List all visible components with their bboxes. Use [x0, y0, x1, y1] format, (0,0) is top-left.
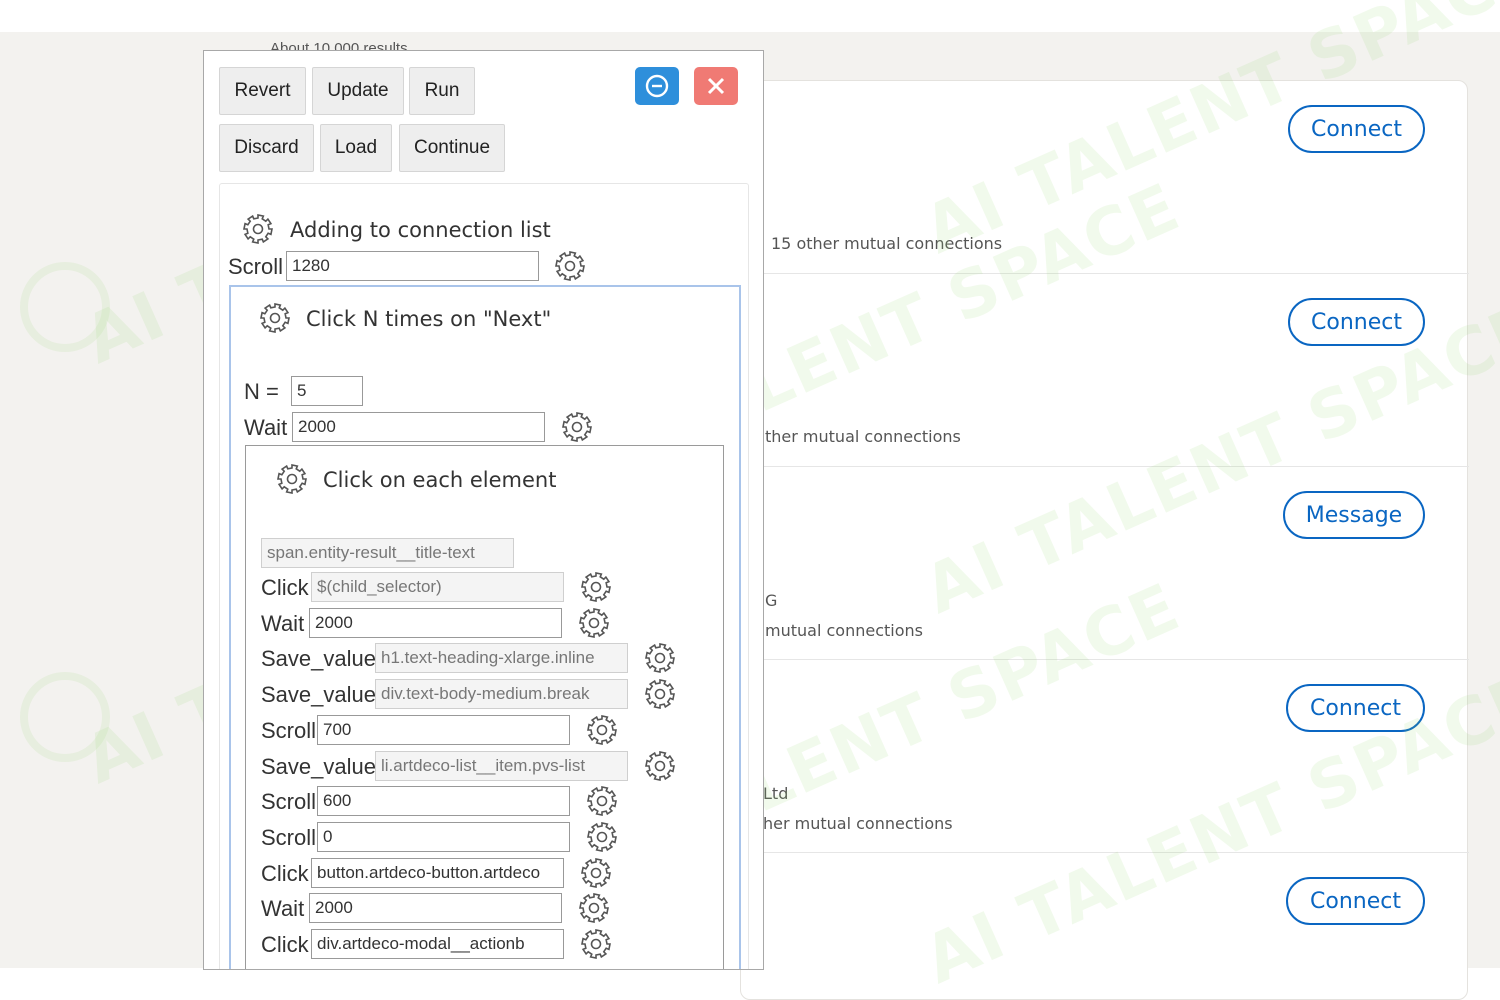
action-value-input[interactable]: 600 [317, 786, 570, 816]
gear-icon[interactable] [644, 750, 676, 782]
action-value-input[interactable]: 2000 [309, 893, 562, 923]
gear-icon[interactable] [586, 714, 618, 746]
gear-icon[interactable] [242, 213, 274, 245]
mutual-connections-text: mutual connections [765, 621, 923, 640]
step-title: Adding to connection list [290, 218, 551, 242]
step-title: Click N times on "Next" [306, 307, 552, 331]
result-item: Connect [741, 853, 1469, 1000]
close-icon [707, 77, 725, 95]
mutual-connections-text: ther mutual connections [765, 427, 961, 446]
action-value-input[interactable]: 0 [317, 822, 570, 852]
action-value-input[interactable]: div.artdeco-modal__actionb [311, 929, 564, 959]
action-label: Wait [261, 611, 305, 636]
gear-icon[interactable] [578, 607, 610, 639]
n-label: N = [244, 379, 279, 404]
scroll-label: Scroll [228, 254, 284, 279]
headline-text: Ltd [763, 784, 789, 803]
gear-icon[interactable] [554, 250, 586, 282]
action-label: Save_value [261, 754, 376, 779]
n-input[interactable]: 5 [291, 376, 363, 406]
action-label: Wait [261, 896, 305, 921]
results-count-text: About 10,000 results [270, 40, 408, 50]
step-title: Click on each element [323, 468, 557, 492]
gear-icon[interactable] [586, 821, 618, 853]
gear-icon[interactable] [259, 302, 291, 334]
action-value-input[interactable]: 700 [317, 715, 570, 745]
automation-panel: Revert Update Run Discard Load Continue … [203, 50, 764, 970]
gear-icon[interactable] [586, 785, 618, 817]
watermark-logo-icon [20, 672, 110, 762]
mutual-connections-text: her mutual connections [763, 814, 953, 833]
screen: About 10,000 results 15 other mutual con… [0, 0, 1500, 1000]
load-button[interactable]: Load [320, 124, 392, 172]
gear-icon[interactable] [561, 411, 593, 443]
result-item: 15 other mutual connections Connect [741, 81, 1469, 274]
discard-button[interactable]: Discard [219, 124, 314, 172]
revert-button[interactable]: Revert [219, 67, 306, 115]
action-label: Save_value [261, 646, 376, 671]
gear-icon[interactable] [276, 463, 308, 495]
connect-button[interactable]: Connect [1288, 298, 1425, 346]
gear-icon[interactable] [580, 928, 612, 960]
gear-icon[interactable] [580, 571, 612, 603]
action-label: Scroll [261, 825, 317, 850]
gear-icon[interactable] [578, 892, 610, 924]
continue-button[interactable]: Continue [399, 124, 505, 172]
action-label: Click [261, 575, 309, 600]
mutual-connections-text: 15 other mutual connections [771, 234, 1003, 253]
scroll-input[interactable]: 1280 [286, 251, 539, 281]
result-item: G mutual connections Message [741, 467, 1469, 660]
connect-button[interactable]: Connect [1288, 105, 1425, 153]
action-value-input[interactable]: button.artdeco-button.artdeco [311, 858, 564, 888]
action-value-input[interactable]: h1.text-heading-xlarge.inline [375, 643, 628, 673]
child-selector-input[interactable]: span.entity-result__title-text [261, 538, 514, 568]
result-item: ther mutual connections Connect [741, 274, 1469, 467]
close-button[interactable] [694, 67, 738, 105]
gear-icon[interactable] [580, 857, 612, 889]
search-results-panel: 15 other mutual connections Connect ther… [740, 80, 1469, 1000]
action-label: Click [261, 861, 309, 886]
action-label: Click [261, 932, 309, 957]
action-value-input[interactable]: li.artdeco-list__item.pvs-list [375, 751, 628, 781]
headline-text: G [765, 591, 778, 610]
action-label: Scroll [261, 789, 317, 814]
message-button[interactable]: Message [1283, 491, 1425, 539]
minus-circle-icon [645, 74, 669, 98]
connect-button[interactable]: Connect [1286, 684, 1425, 732]
action-value-input[interactable]: 2000 [309, 608, 562, 638]
action-label: Scroll [261, 718, 317, 743]
run-button[interactable]: Run [409, 67, 475, 115]
watermark-logo-icon [20, 262, 110, 352]
gear-icon[interactable] [644, 642, 676, 674]
action-label: Save_value [261, 682, 376, 707]
wait-input[interactable]: 2000 [292, 412, 545, 442]
gear-icon[interactable] [644, 678, 676, 710]
action-value-input[interactable]: $(child_selector) [311, 572, 564, 602]
connect-button[interactable]: Connect [1286, 877, 1425, 925]
result-item: Ltd her mutual connections Connect [741, 660, 1469, 853]
wait-label: Wait [244, 415, 288, 440]
minimize-button[interactable] [635, 67, 679, 105]
action-value-input[interactable]: div.text-body-medium.break [375, 679, 628, 709]
update-button[interactable]: Update [312, 67, 404, 115]
